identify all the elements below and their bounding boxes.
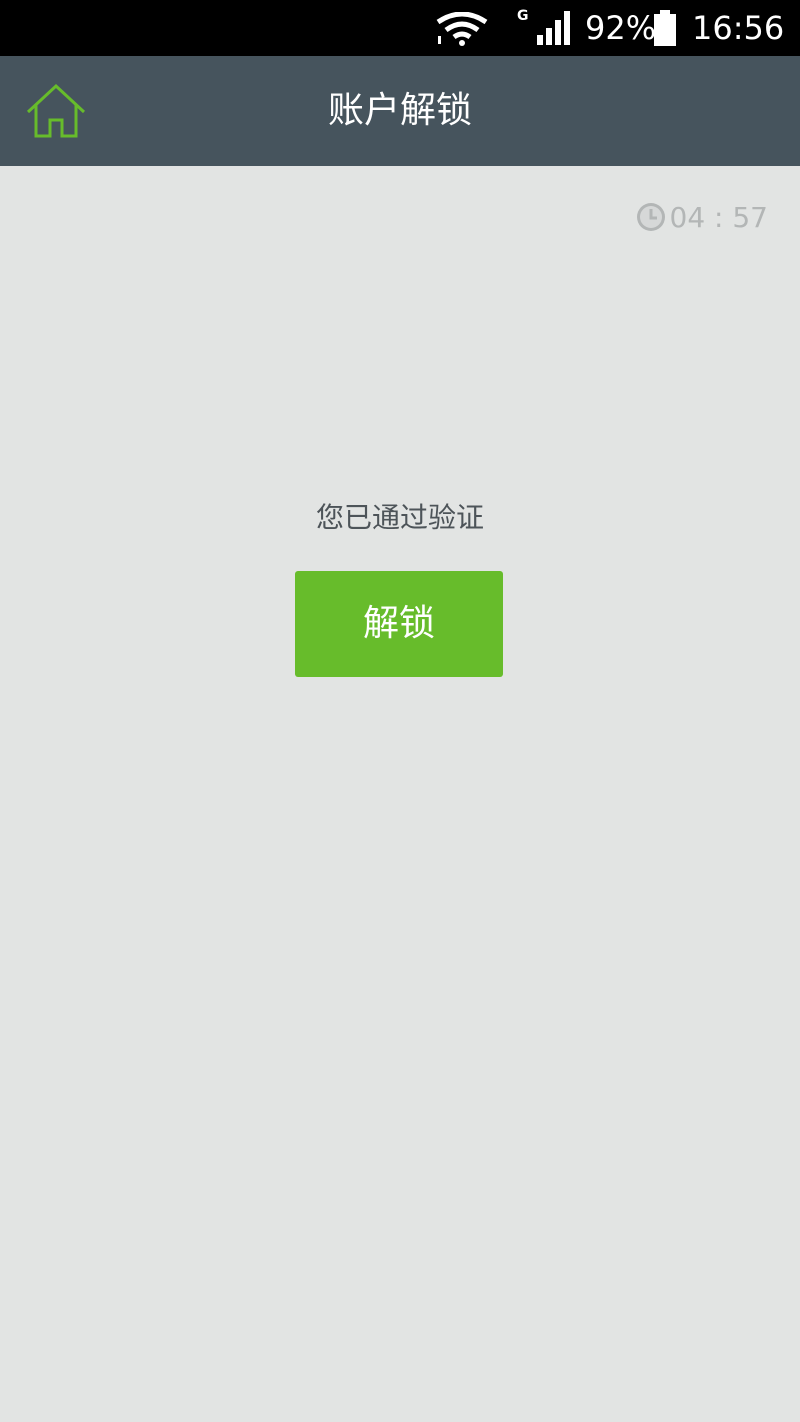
status-bar: G 92% 16:56 (0, 0, 800, 56)
network-type-label: G (517, 8, 529, 24)
timer-value: 04 : 57 (669, 200, 769, 234)
countdown-timer: 04 : 57 (636, 200, 769, 234)
verification-message: 您已通过验证 (315, 501, 484, 534)
home-button[interactable] (22, 82, 90, 140)
clock-icon (636, 203, 665, 231)
battery-icon (654, 10, 676, 46)
battery-percent: 92% (585, 9, 657, 47)
page-title: 账户解锁 (327, 90, 472, 131)
home-icon (26, 83, 86, 138)
unlock-button[interactable]: 解锁 (295, 571, 503, 677)
app-bar: 账户解锁 (0, 56, 800, 166)
status-clock: 16:56 (692, 9, 785, 47)
signal-icon (537, 11, 570, 45)
wifi-icon (436, 12, 488, 46)
